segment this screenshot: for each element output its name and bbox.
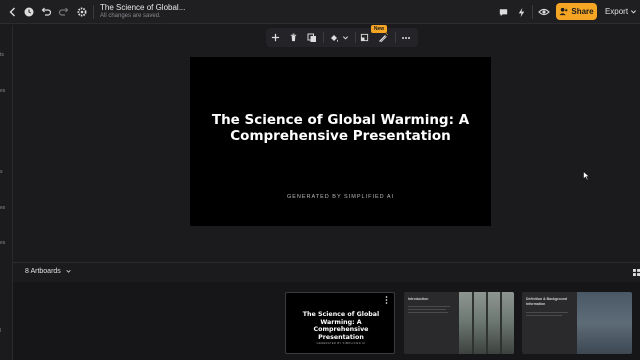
- rail-fragment[interactable]: es: [0, 240, 5, 246]
- rail-fragment[interactable]: l: [0, 328, 1, 334]
- mouse-cursor-icon: [583, 171, 590, 181]
- crop-icon[interactable]: [358, 31, 371, 44]
- save-status: All changes are saved.: [100, 13, 161, 19]
- element-toolbar: [266, 28, 418, 47]
- add-icon[interactable]: [269, 31, 282, 44]
- more-vertical-icon[interactable]: [385, 296, 388, 306]
- preview-icon[interactable]: [535, 3, 553, 21]
- rail-fragment[interactable]: ts: [0, 52, 4, 58]
- slide-title[interactable]: The Science of Global Warming: A Compreh…: [210, 112, 471, 144]
- lightning-icon[interactable]: [512, 3, 530, 21]
- export-label: Export: [604, 7, 629, 16]
- comment-icon[interactable]: [494, 3, 512, 21]
- rail-fragment[interactable]: es: [0, 88, 5, 94]
- slide-subtitle[interactable]: GENERATED BY SIMPLIFIED AI: [210, 194, 471, 200]
- artboard-thumbnail[interactable]: The Science of Global Warming: A Compreh…: [285, 292, 395, 354]
- export-button[interactable]: Export: [603, 3, 639, 20]
- history-icon[interactable]: [20, 3, 38, 21]
- chevron-down-icon: [631, 10, 637, 14]
- slide-canvas[interactable]: The Science of Global Warming: A Compreh…: [190, 57, 491, 226]
- duplicate-icon[interactable]: [305, 31, 318, 44]
- landscape-photo: [577, 292, 632, 354]
- thumbnail-title: Introduction: [408, 297, 429, 301]
- undo-icon[interactable]: [37, 3, 55, 21]
- more-icon[interactable]: [399, 31, 412, 44]
- rail-fragment[interactable]: es: [0, 205, 5, 211]
- thumbnail-subtitle: GENERATED BY SIMPLIFIED AI: [316, 342, 366, 345]
- user-plus-icon: [559, 7, 568, 16]
- thumbnail-title: Definition & Background Information: [526, 297, 568, 306]
- artboards-bar: 8 Artboards: [13, 262, 640, 282]
- thumbnail-title: The Science of Global Warming: A Compreh…: [302, 311, 380, 341]
- left-rail: ts es s es es l: [0, 25, 13, 360]
- document-title[interactable]: The Science of Global...: [100, 3, 185, 12]
- top-bar: The Science of Global... All changes are…: [0, 0, 640, 24]
- artboard-thumbnail[interactable]: Introduction: [404, 292, 514, 354]
- new-badge: New: [371, 25, 387, 33]
- window-photo: [459, 292, 514, 354]
- delete-icon[interactable]: [287, 31, 300, 44]
- grid-view-icon[interactable]: [632, 268, 640, 276]
- rail-fragment[interactable]: s: [0, 169, 3, 175]
- chevron-down-icon: [66, 270, 71, 273]
- artboard-thumbnail[interactable]: Definition & Background Information: [522, 292, 632, 354]
- settings-icon[interactable]: [73, 3, 91, 21]
- artboards-toggle[interactable]: 8 Artboards: [25, 268, 72, 275]
- artboard-strip: The Science of Global Warming: A Compreh…: [13, 282, 640, 360]
- share-label: Share: [571, 7, 594, 16]
- artboards-count: 8 Artboards: [25, 268, 61, 275]
- share-button[interactable]: Share: [556, 3, 597, 20]
- redo-icon[interactable]: [55, 3, 73, 21]
- chevron-down-icon[interactable]: [339, 31, 352, 44]
